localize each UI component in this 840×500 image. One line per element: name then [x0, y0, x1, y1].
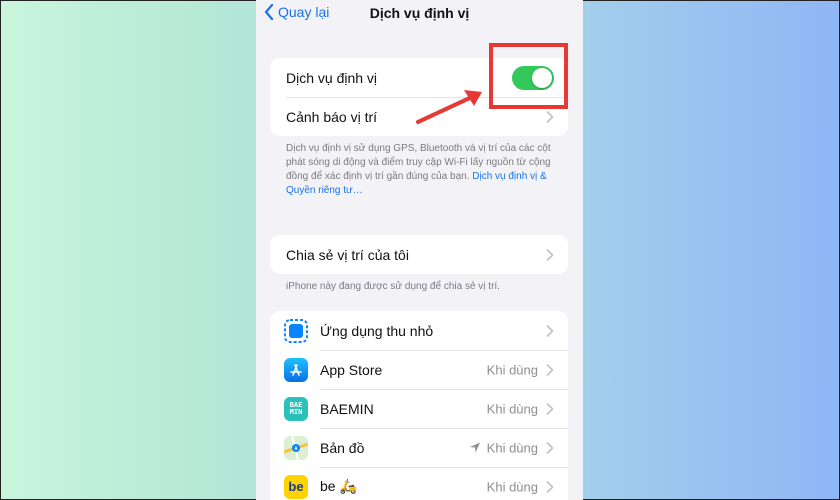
chevron-right-icon — [546, 110, 554, 123]
permission-value-text: Khi dùng — [486, 440, 538, 455]
chevron-right-icon — [546, 402, 554, 415]
permission-value: Khi dùng — [486, 479, 538, 494]
highlight-box — [489, 43, 568, 109]
chevron-right-icon — [546, 363, 554, 376]
share-footnote: iPhone này đang được sử dụng để chia sẻ … — [286, 281, 500, 292]
permission-value: Khi dùng — [486, 401, 538, 416]
location-arrow-icon — [469, 442, 480, 453]
be-icon: be — [284, 474, 308, 499]
location-services-label: Dịch vụ định vị — [286, 69, 378, 86]
page-title: Dịch vụ định vị — [369, 5, 470, 21]
apps-card: Ứng dụng thu nhỏ App Store Khi dùng BAE … — [270, 311, 568, 500]
app-name: be 🛵 — [320, 478, 357, 494]
baemin-icon: BAE MIN — [284, 396, 308, 421]
share-location-label: Chia sẻ vị trí của tôi — [286, 246, 409, 263]
permission-value: Khi dùng — [486, 362, 538, 377]
list-item[interactable]: BAE MIN BAEMIN Khi dùng — [270, 389, 568, 428]
app-name: Ứng dụng thu nhỏ — [320, 322, 434, 339]
app-store-icon — [284, 357, 308, 382]
app-name: BAEMIN — [320, 400, 374, 417]
permission-value: Khi dùng — [469, 440, 538, 455]
app-name: App Store — [320, 361, 383, 378]
share-location-row[interactable]: Chia sẻ vị trí của tôi — [270, 235, 568, 274]
list-item[interactable]: Bản đồ Khi dùng — [270, 428, 568, 467]
navigation-bar: Quay lại Dịch vụ định vị — [256, 0, 583, 30]
chevron-right-icon — [546, 441, 554, 454]
chevron-right-icon — [546, 480, 554, 493]
list-item[interactable]: be be 🛵 Khi dùng — [270, 467, 568, 500]
app-clip-icon — [284, 318, 308, 343]
list-item[interactable]: App Store Khi dùng — [270, 350, 568, 389]
chevron-right-icon — [546, 324, 554, 337]
chevron-right-icon — [546, 248, 554, 261]
location-services-footnote: Dịch vụ định vị sử dụng GPS, Bluetooth v… — [286, 142, 558, 198]
location-alerts-label: Cảnh báo vị trí — [286, 108, 378, 125]
maps-icon — [284, 435, 308, 460]
share-location-card: Chia sẻ vị trí của tôi — [270, 235, 568, 274]
annotation-arrow-icon — [416, 90, 482, 124]
app-name: Bản đồ — [320, 439, 365, 456]
list-item[interactable]: Ứng dụng thu nhỏ — [270, 311, 568, 350]
